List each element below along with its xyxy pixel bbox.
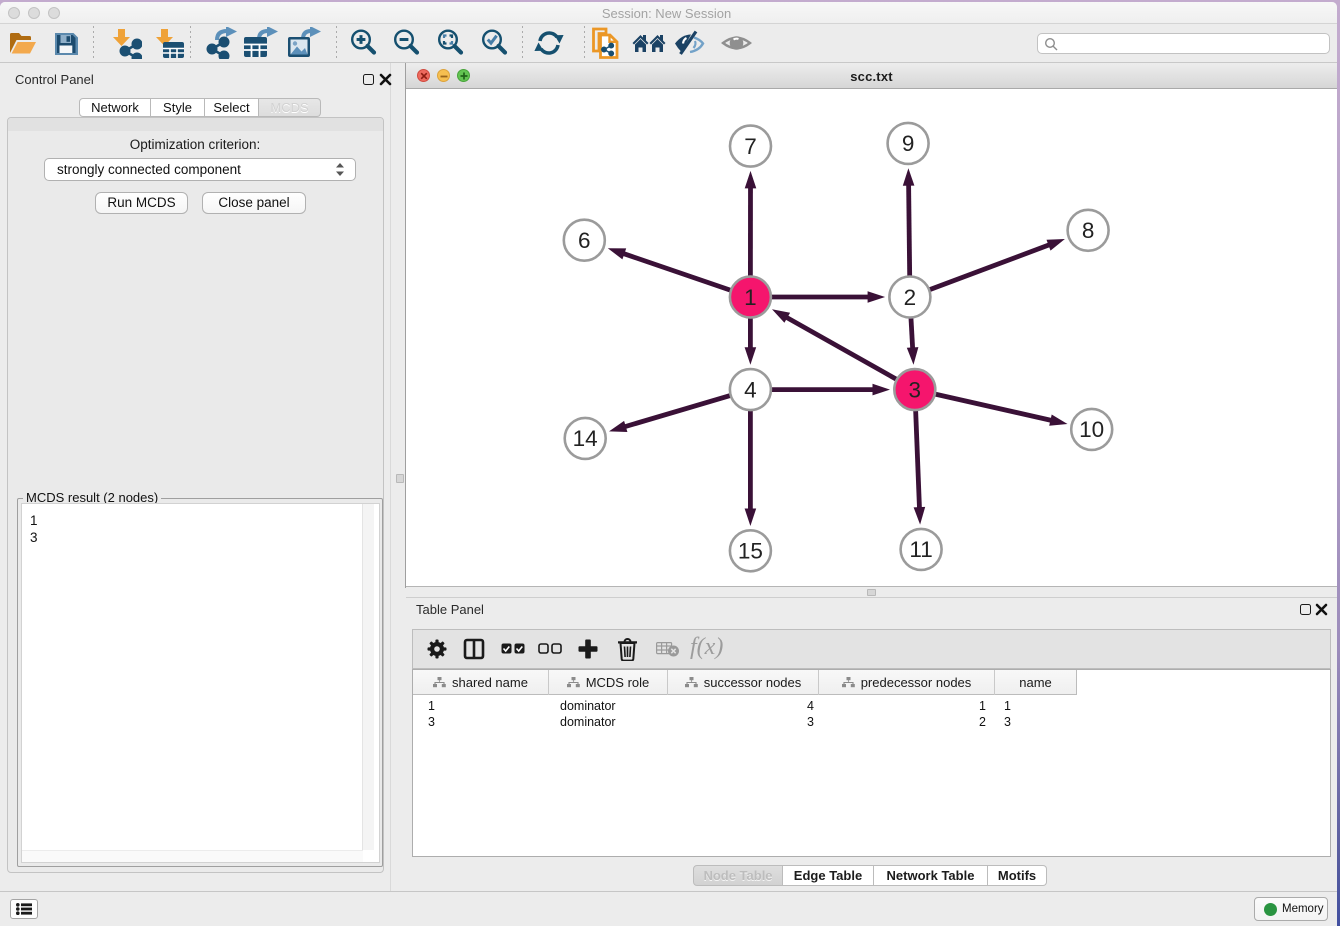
svg-text:2: 2 [904,285,917,310]
svg-text:4: 4 [744,377,757,402]
svg-text:10: 10 [1079,417,1104,442]
svg-text:7: 7 [744,134,757,159]
svg-text:6: 6 [578,228,591,253]
svg-text:3: 3 [909,377,922,402]
svg-text:11: 11 [909,537,932,562]
svg-text:14: 14 [573,426,598,451]
svg-text:15: 15 [738,539,763,564]
svg-text:9: 9 [902,131,915,156]
svg-text:8: 8 [1082,218,1095,243]
svg-text:1: 1 [744,285,757,310]
